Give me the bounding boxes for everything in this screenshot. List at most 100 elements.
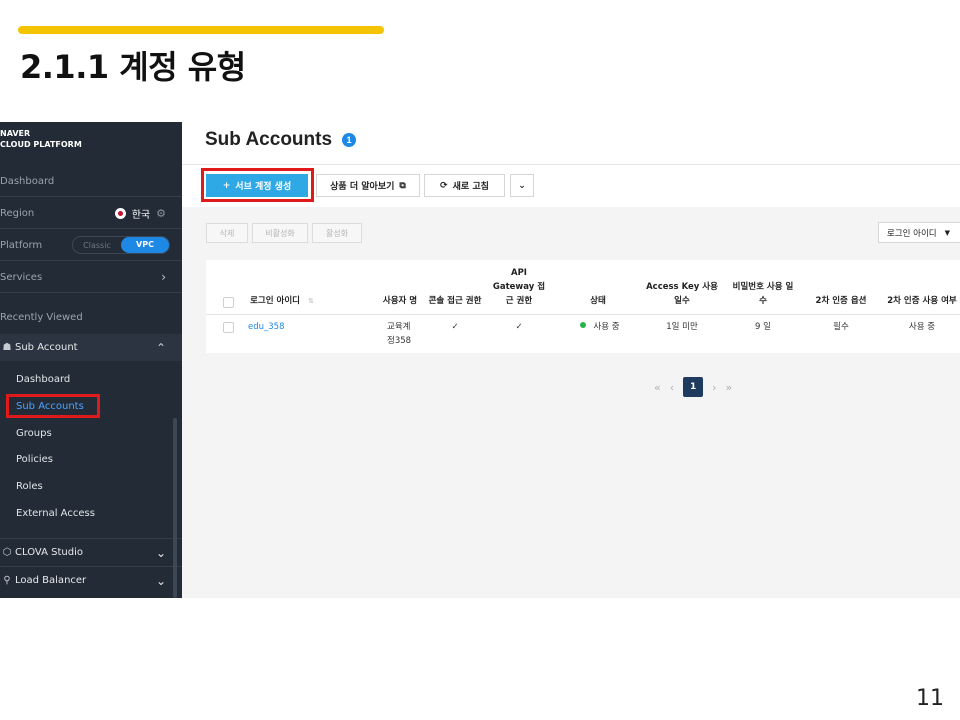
- activate-button[interactable]: 활성화: [312, 223, 362, 243]
- slide-title: 2.1.1 계정 유형: [20, 48, 246, 86]
- highlight-box-sub-accounts: [6, 394, 100, 418]
- platform-option-classic[interactable]: Classic: [73, 241, 121, 250]
- brand-line-2: CLOUD PLATFORM: [0, 140, 82, 149]
- column-header-label: 2차 인증 옵션: [815, 296, 867, 306]
- sidebar-item-external-access[interactable]: External Access: [16, 506, 95, 522]
- console-access-check: ✓: [451, 322, 459, 332]
- sidebar-section-sub-account[interactable]: ☗ Sub Account ⌃: [0, 334, 182, 361]
- search-filter-select[interactable]: 로그인 아이디 ▼: [878, 222, 960, 243]
- column-header-login-id[interactable]: 로그인 아이디 ⇅: [242, 260, 322, 314]
- sidebar-scrollbar[interactable]: [173, 418, 177, 598]
- sub-accounts-table: 로그인 아이디 ⇅ 사용자 명 콘솔 접근 권한 API Gateway 접근 권…: [206, 260, 960, 353]
- column-header-label: 2차 인증 사용 여부: [887, 296, 957, 306]
- highlight-box-create-button: [201, 168, 314, 202]
- more-dropdown-button[interactable]: ⌄: [510, 174, 534, 197]
- row-checkbox[interactable]: [223, 322, 234, 333]
- column-header-label: 비밀번호 사용 일수: [732, 282, 794, 306]
- gear-icon[interactable]: ⚙: [156, 207, 166, 220]
- deactivate-button[interactable]: 비활성화: [252, 223, 308, 243]
- password-days-cell: 9 일: [755, 322, 771, 332]
- platform-label: Platform: [0, 239, 43, 251]
- console-screenshot: NAVER CLOUD PLATFORM Dashboard Region 한국…: [0, 122, 960, 598]
- brand-line-1: NAVER: [0, 129, 31, 138]
- korea-flag-icon: [114, 207, 126, 219]
- count-badge: 1: [342, 133, 357, 147]
- next-page-icon[interactable]: ›: [712, 381, 716, 394]
- table-header-divider: [206, 314, 960, 315]
- sidebar-item-services[interactable]: Services ›: [0, 262, 182, 293]
- refresh-icon: ⟳: [440, 180, 448, 191]
- mfa-option-cell: 필수: [833, 322, 849, 332]
- clova-studio-icon: ⬡: [2, 547, 12, 558]
- chevron-down-icon: ⌄: [155, 573, 166, 588]
- filter-select-value: 로그인 아이디: [887, 228, 937, 239]
- api-gateway-check: ✓: [515, 322, 523, 332]
- platform-option-vpc[interactable]: VPC: [121, 237, 169, 253]
- sidebar-item-roles[interactable]: Roles: [16, 479, 43, 495]
- access-key-days-cell: 1일 미만: [666, 322, 698, 332]
- region-row[interactable]: Region 한국 ⚙: [0, 198, 182, 229]
- column-header-status: 상태: [578, 260, 618, 314]
- main-content: Sub Accounts 1 + 서브 계정 생성 상품 더 알아보기 ⧉ ⟳ …: [182, 122, 960, 598]
- sidebar-item-clova-studio[interactable]: ⬡ CLOVA Studio ⌄: [0, 538, 182, 566]
- users-icon: ☗: [2, 342, 12, 353]
- chevron-right-icon: ›: [161, 270, 166, 284]
- last-page-icon[interactable]: »: [726, 381, 733, 394]
- sort-icon[interactable]: ⇅: [308, 294, 314, 308]
- region-label: Region: [0, 207, 35, 219]
- prev-page-icon[interactable]: ‹: [670, 381, 674, 394]
- recently-viewed-heading: Recently Viewed: [0, 302, 182, 333]
- status-text: 사용 중: [593, 322, 620, 332]
- sidebar-item-load-balancer[interactable]: ⚲ Load Balancer ⌄: [0, 566, 182, 594]
- page-number: 11: [916, 686, 944, 711]
- column-header-label: 사용자 명: [382, 296, 418, 306]
- external-link-icon: ⧉: [399, 180, 406, 191]
- refresh-label: 새로 고침: [452, 182, 489, 192]
- column-header-api-gateway: API Gateway 접근 권한: [490, 260, 548, 314]
- sidebar: NAVER CLOUD PLATFORM Dashboard Region 한국…: [0, 122, 182, 598]
- page-title: Sub Accounts 1: [205, 129, 357, 151]
- sidebar-item-label: Services: [0, 271, 43, 283]
- platform-row: Platform Classic VPC: [0, 230, 182, 261]
- refresh-button[interactable]: ⟳ 새로 고침: [424, 174, 505, 197]
- learn-more-label: 상품 더 알아보기: [330, 182, 395, 192]
- sidebar-item-policies[interactable]: Policies: [16, 452, 53, 468]
- mfa-usage-cell: 사용 중: [908, 322, 936, 332]
- brand[interactable]: NAVER CLOUD PLATFORM: [0, 128, 82, 150]
- column-header-access-key-days: Access Key 사용 일수: [646, 260, 718, 314]
- recently-viewed-label: Recently Viewed: [0, 312, 83, 323]
- select-all-checkbox[interactable]: [223, 297, 234, 308]
- sidebar-item-dashboard[interactable]: Dashboard: [0, 166, 182, 197]
- page-header: Sub Accounts 1 + 서브 계정 생성 상품 더 알아보기 ⧉ ⟳ …: [182, 122, 960, 207]
- column-header-password-days: 비밀번호 사용 일수: [732, 260, 794, 314]
- login-id-link[interactable]: edu_358: [248, 320, 285, 334]
- column-header-mfa-option: 2차 인증 옵션: [808, 260, 874, 314]
- pagination: « ‹ 1 › »: [654, 377, 732, 397]
- first-page-icon[interactable]: «: [654, 381, 661, 394]
- column-header-label: Access Key 사용 일수: [646, 282, 718, 306]
- column-header-label: 콘솔 접근 권한: [428, 296, 482, 306]
- sidebar-item-label: CLOVA Studio: [15, 547, 83, 558]
- column-header-mfa-usage: 2차 인증 사용 여부: [882, 260, 960, 314]
- column-header-user-name[interactable]: 사용자 명: [382, 260, 418, 314]
- sidebar-item-groups[interactable]: Groups: [16, 426, 52, 442]
- platform-toggle[interactable]: Classic VPC: [72, 236, 170, 254]
- sidebar-section-label: Sub Account: [15, 342, 78, 353]
- learn-more-button[interactable]: 상품 더 알아보기 ⧉: [316, 174, 420, 197]
- column-header-label: 로그인 아이디: [250, 296, 300, 306]
- status-dot-icon: [580, 322, 587, 328]
- sidebar-item-sub-dashboard[interactable]: Dashboard: [16, 372, 70, 388]
- caret-down-icon: ▼: [944, 228, 951, 237]
- current-page-button[interactable]: 1: [683, 377, 704, 397]
- user-name-cell: 교육계정358: [387, 322, 412, 346]
- column-header-label: 상태: [590, 296, 606, 306]
- chevron-down-icon: ⌄: [155, 545, 166, 560]
- chevron-up-icon: ⌃: [155, 340, 166, 355]
- delete-button[interactable]: 삭제: [206, 223, 248, 243]
- header-divider: [182, 164, 960, 165]
- page-title-text: Sub Accounts: [205, 129, 333, 150]
- sidebar-item-label: Load Balancer: [15, 575, 87, 586]
- action-buttons: 삭제 비활성화 활성화: [206, 223, 362, 243]
- sidebar-item-label: Dashboard: [0, 175, 55, 187]
- status-cell: 사용 중: [570, 320, 630, 334]
